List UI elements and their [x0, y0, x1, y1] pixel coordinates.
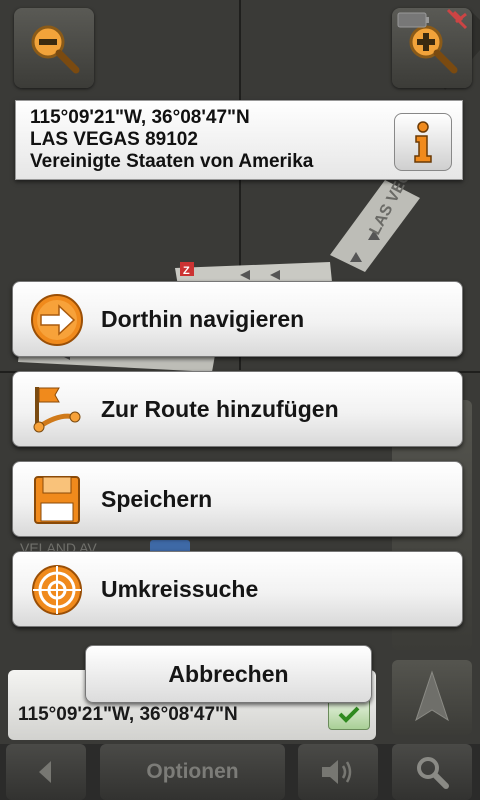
speaker-icon: [322, 760, 352, 784]
save-label: Speichern: [101, 486, 213, 512]
save-button[interactable]: Speichern: [12, 461, 463, 537]
search-icon: [417, 757, 449, 789]
nearby-search-icon: [32, 565, 82, 615]
compass-arrow-icon: [415, 670, 449, 722]
nearby-search-label: Umkreissuche: [101, 576, 259, 602]
coordinate-bar-text: 115°09'21"W, 36°08'47"N: [18, 704, 238, 725]
add-to-route-label: Zur Route hinzufügen: [101, 396, 339, 422]
cancel-button[interactable]: Abbrechen: [85, 645, 372, 703]
back-arrow-icon: [39, 761, 51, 783]
info-button[interactable]: [394, 113, 452, 171]
bottom-toolbar: Optionen: [0, 744, 480, 800]
battery-icon: [397, 12, 427, 28]
info-icon: [414, 121, 432, 163]
country-text: Vereinigte Staaten von Amerika: [30, 151, 314, 172]
gps-satellite-icon: [446, 8, 468, 30]
zoom-out-button[interactable]: [14, 8, 94, 88]
add-to-route-icon: [33, 387, 81, 433]
checkmark-icon: [338, 706, 360, 723]
volume-button[interactable]: [298, 744, 378, 800]
compass-button[interactable]: [392, 660, 472, 735]
arrow-right-icon: [31, 294, 83, 346]
location-info-panel: 115°09'21"W, 36°08'47"N LAS VEGAS 89102 …: [15, 100, 463, 180]
status-icons: [397, 8, 468, 30]
city-zip-text: LAS VEGAS 89102: [30, 129, 198, 150]
back-button[interactable]: [6, 744, 86, 800]
coordinates-text: 115°09'21"W, 36°08'47"N: [30, 107, 250, 128]
navigate-there-button[interactable]: Dorthin navigieren: [12, 281, 463, 357]
add-to-route-button[interactable]: Zur Route hinzufügen: [12, 371, 463, 447]
zoom-out-icon: [31, 25, 80, 74]
save-icon: [34, 476, 80, 524]
options-label: Optionen: [146, 760, 239, 783]
svg-text:Z: Z: [183, 265, 190, 277]
navigate-there-label: Dorthin navigieren: [101, 306, 305, 332]
options-button[interactable]: Optionen: [100, 744, 285, 800]
search-button[interactable]: [392, 744, 472, 800]
nearby-search-button[interactable]: Umkreissuche: [12, 551, 463, 627]
